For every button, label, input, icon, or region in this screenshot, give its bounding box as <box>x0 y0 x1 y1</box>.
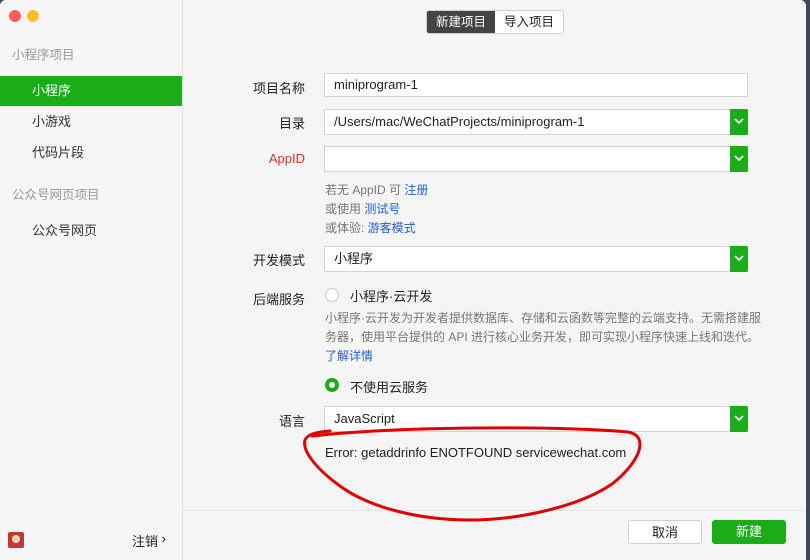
appid-hint-register: 若无 AppID 可 注册 <box>325 181 428 198</box>
cloud-dev-radio[interactable] <box>325 288 339 302</box>
test-account-link[interactable]: 测试号 <box>364 202 400 216</box>
hint-text: 若无 AppID 可 <box>325 183 405 197</box>
directory-label: 目录 <box>278 116 305 131</box>
dev-mode-select[interactable]: 小程序 <box>324 246 748 272</box>
user-bar: 注销 › <box>0 518 182 560</box>
learn-more-link[interactable]: 了解详情 <box>325 349 373 363</box>
tab-new-project[interactable]: 新建项目 <box>427 11 496 33</box>
chevron-down-icon <box>734 155 744 162</box>
avatar <box>8 532 24 548</box>
chevron-down-icon <box>734 118 744 125</box>
register-link[interactable]: 注册 <box>404 183 428 197</box>
language-label: 语言 <box>278 414 305 429</box>
sidebar-item-official-webpage[interactable]: 公众号网页 <box>0 216 182 246</box>
no-cloud-option-label[interactable]: 不使用云服务 <box>350 377 428 396</box>
project-mode-tabs: 新建项目 导入项目 <box>426 10 565 34</box>
project-name-label: 项目名称 <box>252 81 305 96</box>
new-project-window: 小程序项目 小程序 小游戏 代码片段 公众号网页项目 公众号网页 注销 › 新建… <box>0 0 806 560</box>
no-cloud-radio[interactable] <box>325 378 339 392</box>
language-dropdown-button[interactable] <box>730 406 748 432</box>
cloud-dev-description: 小程序·云开发为开发者提供数据库、存储和云函数等完整的云端支持。无需搭建服务器，… <box>325 309 765 366</box>
dev-mode-value: 小程序 <box>334 251 374 266</box>
cloud-desc-text: 小程序·云开发为开发者提供数据库、存储和云函数等完整的云端支持。无需搭建服务器，… <box>325 311 761 344</box>
appid-select[interactable] <box>324 146 748 172</box>
appid-label: AppID <box>268 151 305 166</box>
language-select[interactable]: JavaScript <box>324 406 748 432</box>
dev-mode-dropdown-button[interactable] <box>730 246 748 272</box>
appid-dropdown-button[interactable] <box>730 146 748 172</box>
project-name-input[interactable]: miniprogram-1 <box>324 73 748 97</box>
sidebar-item-miniprogram[interactable]: 小程序 <box>0 76 182 106</box>
chevron-down-icon <box>734 255 744 262</box>
sidebar-section-official-account: 公众号网页项目 <box>12 188 100 202</box>
chevron-down-icon <box>734 415 744 422</box>
sidebar: 小程序项目 小程序 小游戏 代码片段 公众号网页项目 公众号网页 注销 › <box>0 0 183 560</box>
directory-select[interactable]: /Users/mac/WeChatProjects/miniprogram-1 <box>324 109 748 135</box>
sidebar-item-minigame[interactable]: 小游戏 <box>0 107 182 137</box>
cloud-dev-option-label[interactable]: 小程序·云开发 <box>350 286 432 305</box>
error-message: Error: getaddrinfo ENOTFOUND servicewech… <box>325 445 627 460</box>
sidebar-item-code-snippet[interactable]: 代码片段 <box>0 138 182 168</box>
minimize-window-button[interactable] <box>27 10 39 22</box>
directory-value: /Users/mac/WeChatProjects/miniprogram-1 <box>334 114 585 129</box>
directory-dropdown-button[interactable] <box>730 109 748 135</box>
close-window-button[interactable] <box>9 10 21 22</box>
logout-button[interactable]: 注销 <box>132 531 158 550</box>
cancel-button[interactable]: 取消 <box>628 520 702 544</box>
dev-mode-label: 开发模式 <box>252 253 305 268</box>
language-value: JavaScript <box>334 411 395 426</box>
sidebar-section-miniprogram: 小程序项目 <box>12 48 75 62</box>
hint-text: 或使用 <box>325 202 365 216</box>
appid-hint-guest: 或体验: 游客模式 <box>325 219 416 236</box>
main-panel: 新建项目 导入项目 项目名称 miniprogram-1 目录 /Users/m… <box>183 0 806 510</box>
backend-service-label: 后端服务 <box>252 292 305 307</box>
footer-bar: 取消 新建 <box>183 510 806 560</box>
chevron-right-icon: › <box>161 531 166 546</box>
appid-hint-test: 或使用 测试号 <box>325 200 400 217</box>
hint-text: 或体验: <box>325 221 368 235</box>
tab-import-project[interactable]: 导入项目 <box>495 11 564 33</box>
create-button[interactable]: 新建 <box>712 520 786 544</box>
guest-mode-link[interactable]: 游客模式 <box>368 221 416 235</box>
